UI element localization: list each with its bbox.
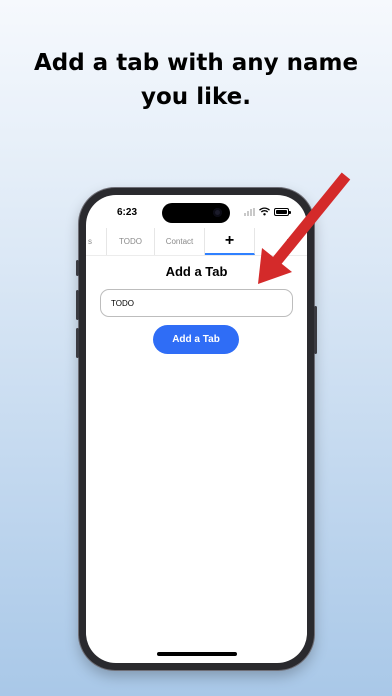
tab-name-field[interactable]: TODO <box>100 289 293 317</box>
action-button <box>76 260 79 276</box>
tab-bar: s TODO Contact + <box>86 228 307 256</box>
dynamic-island <box>162 203 230 223</box>
tab-label: TODO <box>119 237 142 246</box>
wifi-icon <box>259 207 270 216</box>
tab-todo[interactable]: TODO <box>107 228 155 255</box>
headline-line-2: you like. <box>141 84 251 110</box>
status-time: 6:23 <box>117 207 138 218</box>
home-indicator <box>157 652 237 656</box>
tab-name-value: TODO <box>111 298 134 308</box>
battery-icon <box>274 207 291 216</box>
camera-icon <box>213 208 222 217</box>
plus-icon: + <box>224 231 235 249</box>
page-title: Add a Tab <box>165 264 228 279</box>
promo-headline: Add a tab with any name you like. <box>20 46 372 114</box>
settings-button[interactable] <box>255 228 307 255</box>
tab-contact[interactable]: Contact <box>155 228 205 255</box>
add-tab-button[interactable]: Add a Tab <box>153 325 239 354</box>
cellular-signal-icon <box>244 207 255 216</box>
volume-up-button <box>76 290 79 320</box>
volume-down-button <box>76 328 79 358</box>
status-icons <box>244 207 291 216</box>
headline-line-1: Add a tab with any name <box>33 50 359 76</box>
tab-add[interactable]: + <box>205 228 255 255</box>
phone-screen: 6:23 s TODO Contact + Add a Tab TODO Add… <box>86 195 307 663</box>
tab-label: s <box>88 237 92 246</box>
power-button <box>314 306 317 354</box>
gear-icon <box>286 235 298 248</box>
add-tab-button-label: Add a Tab <box>172 334 220 345</box>
status-bar: 6:23 <box>86 195 307 225</box>
tab-item[interactable]: s <box>86 228 107 255</box>
tab-label: Contact <box>165 237 194 246</box>
